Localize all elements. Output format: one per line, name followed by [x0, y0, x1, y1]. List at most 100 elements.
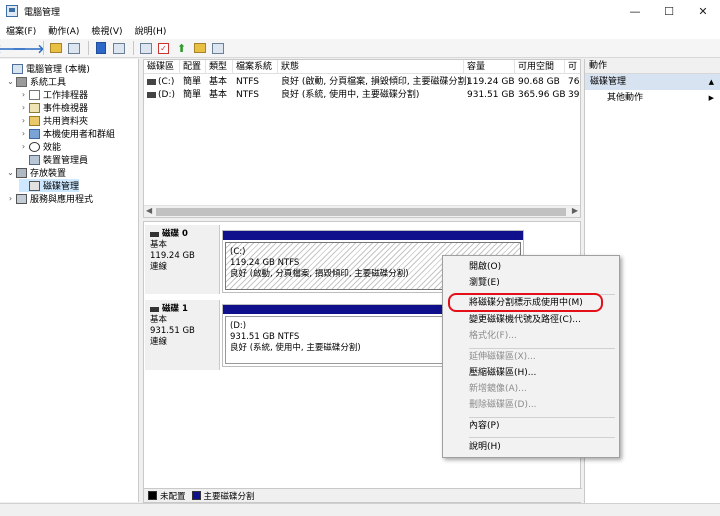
- expand-chevron-icon[interactable]: ›: [19, 103, 28, 112]
- disk-0-label[interactable]: 磁碟 0 基本 119.24 GB 連線: [145, 225, 220, 294]
- tree-item-label: 效能: [43, 143, 62, 153]
- disk-1-label[interactable]: 磁碟 1 基本 931.51 GB 連線: [145, 300, 220, 370]
- collapse-chevron-icon[interactable]: ⌄: [6, 77, 15, 86]
- scrollbar-thumb[interactable]: [156, 208, 566, 216]
- console-tree: 電腦管理 (本機) ⌄ 系統工具 › 工作排程器 › 事件檢視器 › 共用資料夾…: [0, 59, 139, 502]
- menu-item-properties[interactable]: 內容(P): [443, 419, 619, 434]
- forward-arrow-icon[interactable]: 🡒: [12, 41, 44, 56]
- disk-type: 基本: [150, 240, 168, 250]
- actions-section-disk-management[interactable]: 磁碟管理 ▲: [585, 74, 720, 90]
- expand-chevron-icon[interactable]: ›: [19, 90, 28, 99]
- column-header-volume[interactable]: 磁碟區: [144, 60, 180, 74]
- disk-management-icon: [29, 180, 40, 191]
- status-cell: 良好 (啟動, 分頁檔案, 損毀傾印, 主要磁碟分割): [281, 77, 471, 87]
- disk-status: 連線: [150, 337, 168, 347]
- close-button[interactable]: ✕: [686, 0, 720, 22]
- menu-separator: [469, 437, 615, 438]
- column-header-layout[interactable]: 配置: [180, 60, 206, 74]
- menu-item-add-mirror[interactable]: 新增鏡像(A)...: [443, 382, 619, 397]
- disk-icon: [150, 307, 159, 312]
- help-icon[interactable]: [93, 41, 108, 56]
- menu-item-explore[interactable]: 瀏覽(E): [443, 276, 619, 291]
- menu-action[interactable]: 動作(A): [42, 24, 85, 37]
- event-viewer-icon: [29, 102, 40, 113]
- tree-item-services-applications[interactable]: › 服務與應用程式: [6, 192, 93, 205]
- toolbar-separator: [43, 41, 44, 55]
- storage-icon: [16, 167, 27, 178]
- volume-icon: [147, 78, 156, 85]
- task-scheduler-icon: [29, 89, 40, 100]
- properties-icon[interactable]: [111, 41, 126, 56]
- check-icon[interactable]: ✓: [156, 41, 171, 56]
- tree-item-label: 裝置管理員: [43, 156, 89, 166]
- column-header-filesystem[interactable]: 檔案系統: [233, 60, 278, 74]
- column-header-status[interactable]: 狀態: [278, 60, 464, 74]
- console-tree-icon[interactable]: [66, 41, 81, 56]
- actions-more-actions[interactable]: 其他動作 ▶: [585, 90, 720, 106]
- expand-chevron-icon[interactable]: ›: [19, 116, 28, 125]
- maximize-button[interactable]: ☐: [652, 0, 686, 22]
- tree-item-device-manager[interactable]: 裝置管理員: [19, 153, 88, 166]
- tree-item-performance[interactable]: › 效能: [19, 140, 61, 153]
- capacity-cell: 931.51 GB: [467, 90, 515, 100]
- expand-chevron-icon[interactable]: ›: [19, 142, 28, 151]
- free-space-cell: 365.96 GB: [518, 90, 566, 100]
- search-icon[interactable]: [192, 41, 207, 56]
- volume-row[interactable]: (C:) 簡單 基本 NTFS 良好 (啟動, 分頁檔案, 損毀傾印, 主要磁碟…: [144, 76, 580, 89]
- volume-list: 磁碟區 配置 類型 檔案系統 狀態 容量 可用空間 可 (C:) 簡單 基本 N…: [143, 59, 581, 218]
- scroll-right-icon[interactable]: ▶: [572, 206, 578, 215]
- tree-item-computer-management[interactable]: 電腦管理 (本機): [2, 62, 90, 75]
- tree-item-system-tools[interactable]: ⌄ 系統工具: [6, 75, 66, 88]
- services-icon: [16, 193, 27, 204]
- filesystem-cell: NTFS: [236, 90, 259, 100]
- collapse-up-icon[interactable]: ▲: [709, 74, 714, 90]
- tree-item-shared-folders[interactable]: › 共用資料夾: [19, 114, 88, 127]
- disk-type: 基本: [150, 315, 168, 325]
- menu-item-extend-volume[interactable]: 延伸磁碟區(X)...: [443, 350, 619, 365]
- type-cell: 基本: [209, 77, 228, 87]
- key-icon[interactable]: [138, 41, 153, 56]
- expand-chevron-icon[interactable]: ›: [6, 194, 15, 203]
- tree-item-users-groups[interactable]: › 本機使用者和群組: [19, 127, 115, 140]
- upload-icon[interactable]: ⬆: [174, 41, 189, 56]
- tree-item-label: 工作排程器: [43, 91, 89, 101]
- volume-cell: (D:): [144, 89, 175, 102]
- column-header-free-percent[interactable]: 可: [565, 60, 580, 74]
- menu-item-format[interactable]: 格式化(F)...: [443, 329, 619, 344]
- window-controls: — ☐ ✕: [618, 0, 720, 22]
- expand-chevron-icon[interactable]: ›: [19, 129, 28, 138]
- volume-row[interactable]: (D:) 簡單 基本 NTFS 良好 (系統, 使用中, 主要磁碟分割) 931…: [144, 89, 580, 102]
- menu-item-help[interactable]: 說明(H): [443, 440, 619, 455]
- users-groups-icon: [29, 128, 40, 139]
- computer-management-icon: [12, 63, 23, 74]
- tree-item-task-scheduler[interactable]: › 工作排程器: [19, 88, 88, 101]
- menu-item-open[interactable]: 開啟(O): [443, 260, 619, 275]
- scroll-left-icon[interactable]: ◀: [146, 206, 152, 215]
- menu-help[interactable]: 說明(H): [129, 24, 173, 37]
- horizontal-scrollbar[interactable]: ◀ ▶: [144, 205, 580, 217]
- disk-name: 磁碟 1: [150, 304, 214, 315]
- tools-icon: [16, 76, 27, 87]
- column-header-free-space[interactable]: 可用空間: [515, 60, 565, 74]
- menu-item-shrink-volume[interactable]: 壓縮磁碟區(H)...: [443, 366, 619, 381]
- toolbar: 🡐 🡒 ✓ ⬆: [0, 39, 720, 58]
- column-header-type[interactable]: 類型: [206, 60, 233, 74]
- collapse-chevron-icon[interactable]: ⌄: [6, 168, 15, 177]
- folder-up-icon[interactable]: [48, 41, 63, 56]
- legend-unallocated: 未配置: [160, 491, 186, 502]
- menu-item-delete-volume[interactable]: 刪除磁碟區(D)...: [443, 398, 619, 413]
- menu-item-change-drive-letter[interactable]: 變更磁碟機代號及路徑(C)...: [443, 313, 619, 328]
- menu-file[interactable]: 檔案(F): [0, 24, 42, 37]
- tree-item-storage[interactable]: ⌄ 存放裝置: [6, 166, 66, 179]
- capacity-cell: 119.24 GB: [467, 77, 515, 87]
- tree-item-event-viewer[interactable]: › 事件檢視器: [19, 101, 88, 114]
- tree-item-disk-management[interactable]: 磁碟管理: [19, 179, 80, 192]
- column-header-capacity[interactable]: 容量: [464, 60, 515, 74]
- toolbar-separator: [88, 41, 89, 55]
- volume-icon: [147, 91, 156, 98]
- minimize-button[interactable]: —: [618, 0, 652, 22]
- view-icon[interactable]: [210, 41, 225, 56]
- status-bar: [0, 503, 720, 516]
- menu-view[interactable]: 檢視(V): [85, 24, 128, 37]
- status-cell: 良好 (系統, 使用中, 主要磁碟分割): [281, 90, 420, 100]
